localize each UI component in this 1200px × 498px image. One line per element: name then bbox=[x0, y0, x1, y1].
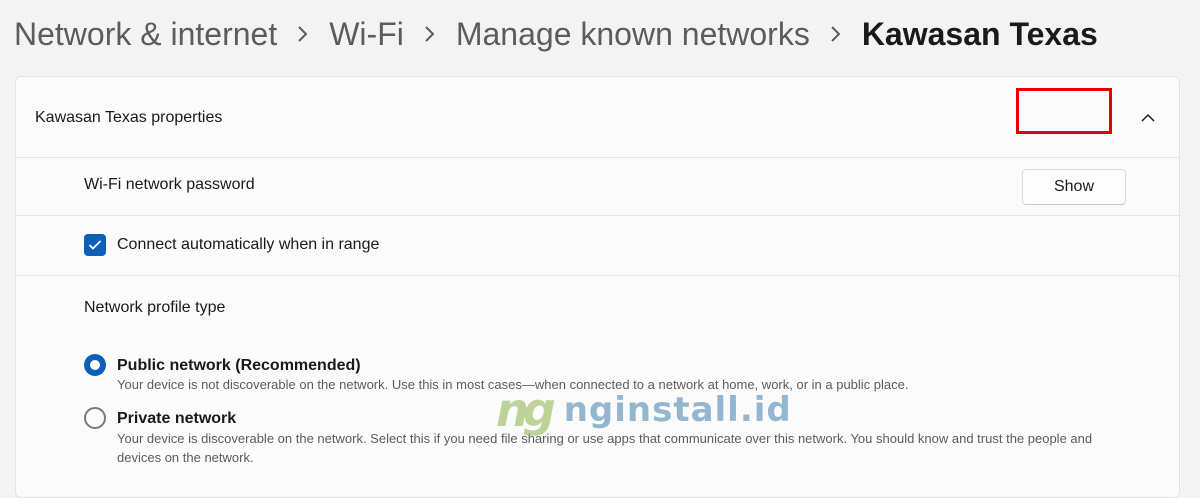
auto-connect-checkbox[interactable] bbox=[84, 234, 106, 256]
private-network-title[interactable]: Private network bbox=[117, 410, 236, 428]
public-network-title[interactable]: Public network (Recommended) bbox=[117, 357, 361, 375]
chevron-right-icon bbox=[830, 24, 842, 44]
properties-header[interactable]: Kawasan Texas properties bbox=[16, 77, 1179, 158]
public-network-radio[interactable] bbox=[84, 354, 106, 376]
public-network-description: Your device is not discoverable on the n… bbox=[117, 377, 909, 392]
private-network-radio[interactable] bbox=[84, 407, 106, 429]
show-password-button[interactable]: Show bbox=[1022, 169, 1126, 205]
checkmark-icon bbox=[88, 240, 102, 250]
breadcrumb-network-internet[interactable]: Network & internet bbox=[14, 12, 277, 56]
network-properties-card: Kawasan Texas properties Wi-Fi network p… bbox=[15, 76, 1180, 498]
private-network-description: Your device is discoverable on the netwo… bbox=[117, 431, 1093, 465]
breadcrumb-manage-known-networks[interactable]: Manage known networks bbox=[456, 12, 810, 56]
breadcrumb-wifi[interactable]: Wi-Fi bbox=[329, 12, 404, 56]
auto-connect-label[interactable]: Connect automatically when in range bbox=[117, 236, 379, 254]
properties-title: Kawasan Texas properties bbox=[35, 109, 223, 126]
chevron-right-icon bbox=[297, 24, 309, 44]
breadcrumb-current-network: Kawasan Texas bbox=[861, 16, 1098, 52]
auto-connect-row: Connect automatically when in range bbox=[16, 216, 1179, 276]
breadcrumb: Network & internet Wi-Fi Manage known ne… bbox=[14, 12, 1098, 56]
wifi-password-row: Wi-Fi network password Show bbox=[16, 157, 1179, 216]
wifi-password-label: Wi-Fi network password bbox=[84, 176, 255, 193]
network-profile-heading: Network profile type bbox=[84, 299, 226, 316]
chevron-up-icon[interactable] bbox=[1140, 111, 1156, 123]
chevron-right-icon bbox=[424, 24, 436, 44]
